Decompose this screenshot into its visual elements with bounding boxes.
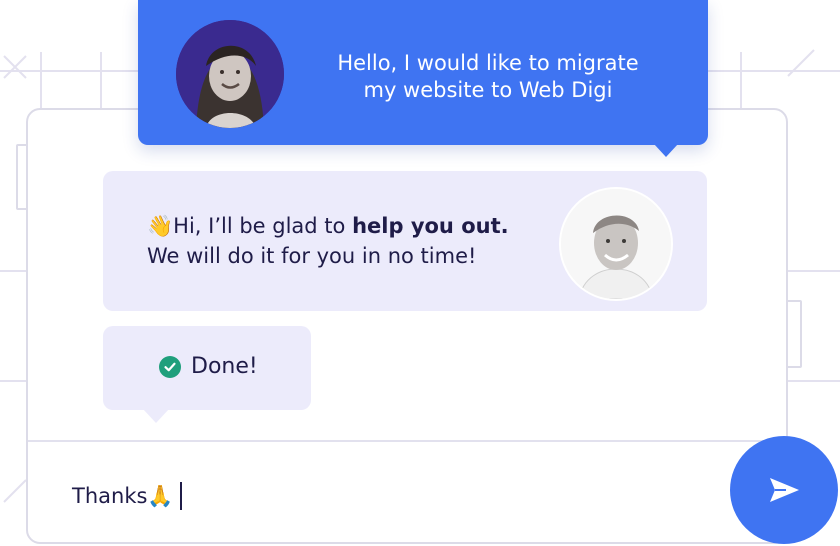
- decor-line: [788, 380, 840, 382]
- status-message-bubble: Done!: [103, 326, 311, 423]
- decor-line: [788, 270, 840, 272]
- text-cursor: [179, 482, 182, 510]
- agent-message-emphasis: help you out.: [352, 214, 509, 238]
- decor-line: [100, 52, 102, 108]
- message-input[interactable]: Thanks 🙏: [72, 482, 182, 510]
- agent-message-line: We will do it for you in no time!: [147, 244, 477, 268]
- send-icon: [770, 478, 799, 502]
- send-button[interactable]: [730, 436, 838, 544]
- wave-emoji-icon: 👋: [147, 214, 174, 238]
- agent-message-line: Hi, I’ll be glad to: [173, 214, 353, 238]
- agent-message-bubble: 👋Hi, I’ll be glad to help you out. We wi…: [103, 171, 707, 311]
- decor-cross: [787, 49, 815, 77]
- status-message-label: Done!: [191, 354, 258, 379]
- decor-line: [708, 70, 840, 72]
- decor-cross: [3, 55, 27, 79]
- woman-avatar: [176, 20, 284, 128]
- decor-line: [0, 380, 26, 382]
- agent-message-text: 👋Hi, I’ll be glad to help you out. We wi…: [147, 211, 557, 271]
- user-message-line: my website to Web Digi: [363, 78, 613, 102]
- message-input-value: Thanks: [72, 484, 148, 508]
- composer-divider: [28, 440, 786, 442]
- user-message-line: Hello, I would like to migrate: [337, 51, 639, 75]
- pray-emoji-icon: 🙏: [147, 483, 174, 508]
- decor-line: [740, 52, 742, 108]
- user-message-text: Hello, I would like to migrate my websit…: [318, 50, 658, 104]
- man-avatar: [559, 187, 673, 301]
- status-message-content: Done!: [159, 354, 258, 379]
- check-circle-icon: [159, 355, 181, 378]
- decor-line: [40, 52, 42, 108]
- decor-line: [0, 270, 26, 272]
- user-message-bubble: Hello, I would like to migrate my websit…: [138, 0, 708, 157]
